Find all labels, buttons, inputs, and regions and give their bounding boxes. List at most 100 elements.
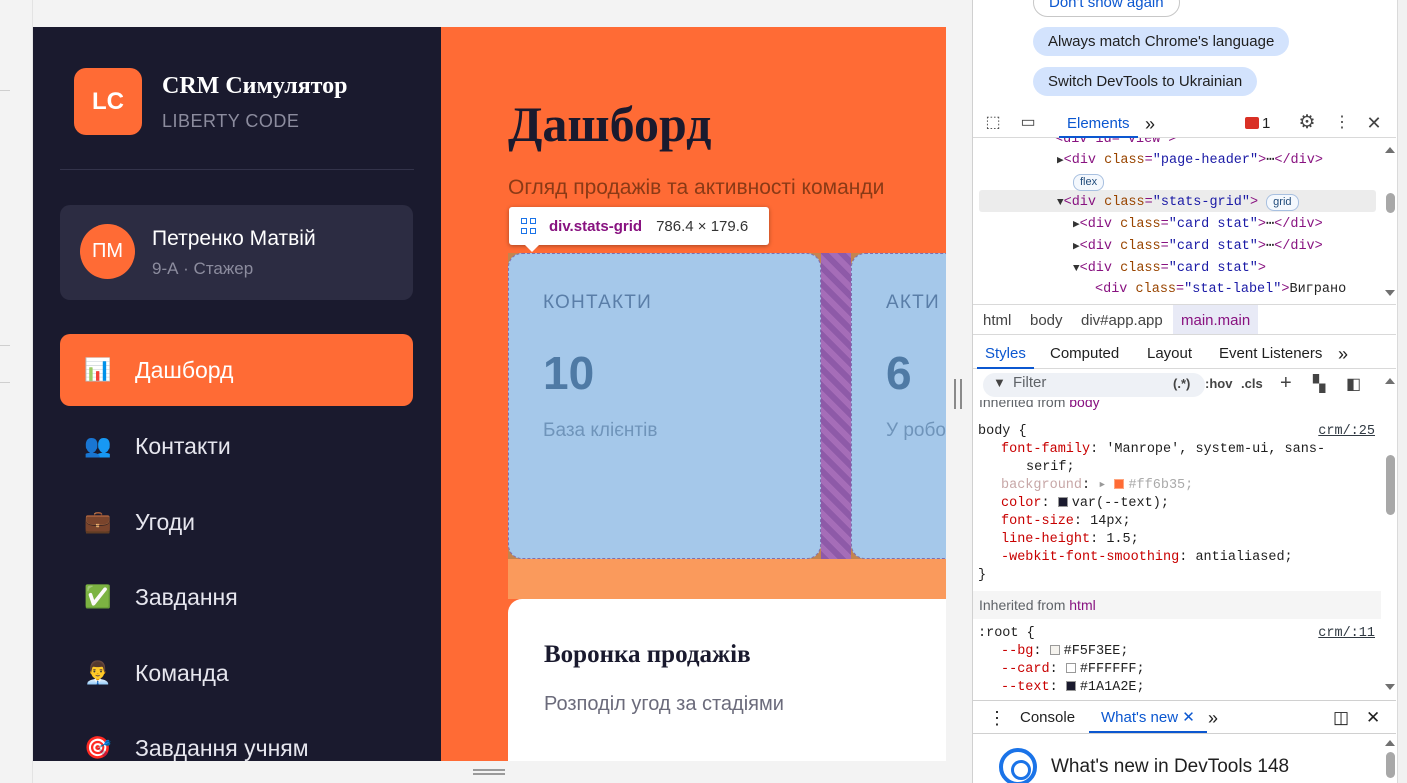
sidebar-item-dashboard[interactable]: 📊 Дашборд xyxy=(60,334,413,406)
grid-badge[interactable]: grid xyxy=(1266,194,1299,211)
error-count[interactable]: 1 xyxy=(1262,108,1270,138)
breadcrumb-item[interactable]: html xyxy=(975,305,1019,334)
scroll-up-icon[interactable] xyxy=(1385,378,1395,384)
tab-computed[interactable]: Computed xyxy=(1050,338,1119,369)
inspect-icon[interactable]: ⬚ xyxy=(984,114,1002,132)
sidebar-item-team[interactable]: 👨‍💼 Команда xyxy=(60,637,413,709)
stat-card-contacts[interactable]: КОНТАКТИ 10 База клієнтів xyxy=(508,253,821,559)
expand-triangle-icon[interactable]: ▶ xyxy=(1073,219,1080,231)
stat-card-active[interactable]: АКТИ 6 У робо xyxy=(851,253,946,559)
styles-scrollbar[interactable] xyxy=(1386,455,1395,515)
sidebar-item-deals[interactable]: 💼 Угоди xyxy=(60,486,413,558)
collapse-triangle-icon[interactable]: ▼ xyxy=(1057,197,1064,209)
css-declaration[interactable]: line-height: 1.5; xyxy=(1001,531,1139,549)
user-card[interactable]: ПМ Петренко Матвій 9-А · Стажер xyxy=(60,205,413,300)
sidebar-item-label: Команда xyxy=(135,659,229,686)
css-declaration[interactable]: font-size: 14px; xyxy=(1001,513,1131,531)
color-swatch[interactable] xyxy=(1065,663,1076,674)
sidebar-item-label: Угоди xyxy=(135,508,196,535)
sales-funnel-card: Воронка продажів Розподіл угод за стадія… xyxy=(508,599,946,761)
breadcrumb-item[interactable]: main.main xyxy=(1173,305,1259,334)
css-source-link[interactable]: crm/:11 xyxy=(1318,625,1375,643)
scroll-up-icon[interactable] xyxy=(1385,147,1395,153)
more-tabs-icon[interactable]: » xyxy=(1145,108,1155,138)
css-source-link[interactable]: crm/:25 xyxy=(1318,423,1375,441)
resize-grip-icon[interactable] xyxy=(473,769,505,775)
sidebar-item-tasks[interactable]: ✅ Завдання xyxy=(60,561,413,633)
breadcrumb: html body div#app.app main.main xyxy=(973,304,1396,335)
close-icon[interactable]: ✕ xyxy=(1365,114,1383,132)
dom-node[interactable]: ▶<div class="card stat">⋯</div> xyxy=(1073,214,1323,236)
checkmark-icon: ✅ xyxy=(84,584,112,609)
scroll-down-icon[interactable] xyxy=(1385,290,1395,296)
kebab-menu-icon[interactable]: ⋮ xyxy=(988,701,1006,733)
paint-brush-icon[interactable]: ▚ xyxy=(1313,374,1325,394)
sidebar-item-student-tasks[interactable]: 🎯 Завдання учням xyxy=(60,712,413,761)
cls-toggle[interactable]: .cls xyxy=(1241,376,1263,391)
collapse-triangle-icon[interactable]: ▼ xyxy=(1073,263,1080,275)
window-right-edge xyxy=(1397,0,1407,783)
dom-node[interactable]: ▼<div class="stats-grid"> grid xyxy=(1057,192,1299,214)
color-swatch[interactable] xyxy=(1049,645,1060,656)
color-swatch[interactable] xyxy=(1114,479,1125,490)
breadcrumb-item[interactable]: div#app.app xyxy=(1073,305,1171,334)
devtools-panel: Don't show again Always match Chrome's l… xyxy=(972,0,1407,783)
scroll-up-icon[interactable] xyxy=(1385,740,1395,746)
grid-gap-highlight xyxy=(821,253,851,559)
stat-label: АКТИ xyxy=(886,292,940,313)
scroll-down-icon[interactable] xyxy=(1385,684,1395,690)
css-selector[interactable]: :root { xyxy=(978,625,1035,643)
css-declaration[interactable]: --text: #1A1A2E; xyxy=(1001,679,1145,697)
expand-triangle-icon[interactable]: ▶ xyxy=(1073,241,1080,253)
expand-triangle-icon[interactable]: ▶ xyxy=(1057,155,1064,167)
dom-node[interactable]: ▶<div class="page-header">⋯</div> xyxy=(1057,150,1323,172)
tab-console[interactable]: Console xyxy=(1020,701,1075,733)
inherited-header: Inherited from html xyxy=(973,591,1381,619)
color-swatch[interactable] xyxy=(1057,497,1068,508)
sidebar-item-label: Завдання учням xyxy=(135,734,309,761)
more-tabs-icon[interactable]: » xyxy=(1338,338,1348,369)
sidebar-toggle-icon[interactable]: ◧ xyxy=(1346,374,1361,394)
tab-whats-new[interactable]: What's new ✕ xyxy=(1089,701,1207,733)
regex-toggle[interactable]: (.*) xyxy=(1173,376,1190,391)
drawer-scrollbar[interactable] xyxy=(1386,752,1395,778)
kebab-menu-icon[interactable]: ⋮ xyxy=(1333,114,1351,132)
css-declaration[interactable]: -webkit-font-smoothing: antialiased; xyxy=(1001,549,1293,567)
dom-node[interactable]: ▶<div class="card stat">⋯</div> xyxy=(1073,236,1323,258)
css-declaration[interactable]: --card: #FFFFFF; xyxy=(1001,661,1145,679)
hov-toggle[interactable]: :hov xyxy=(1205,376,1232,391)
resize-grip-icon[interactable] xyxy=(954,379,962,409)
error-icon[interactable] xyxy=(1245,117,1259,129)
css-declaration[interactable]: --bg: #F5F3EE; xyxy=(1001,643,1128,661)
match-language-button[interactable]: Always match Chrome's language xyxy=(1033,27,1290,56)
close-icon[interactable]: ✕ xyxy=(1366,701,1380,733)
css-declaration[interactable]: font-family: 'Manrope', system-ui, sans- xyxy=(1001,441,1325,459)
dock-side-icon[interactable]: ◫ xyxy=(1333,701,1349,733)
dom-scrollbar[interactable] xyxy=(1386,193,1395,213)
device-toolbar-icon[interactable]: ▭ xyxy=(1019,114,1037,132)
sidebar-item-label: Контакти xyxy=(135,432,231,459)
switch-language-button[interactable]: Switch DevTools to Ukrainian xyxy=(1033,67,1258,96)
viewport-bottom-resizer[interactable] xyxy=(33,761,972,783)
devtools-split-resizer[interactable] xyxy=(946,27,972,761)
dom-node[interactable]: ▼<div class="card stat"> xyxy=(1073,258,1266,280)
css-declaration[interactable]: background: ▸ #ff6b35; xyxy=(1001,477,1193,495)
flex-badge[interactable]: flex xyxy=(1073,174,1105,191)
breadcrumb-item[interactable]: body xyxy=(1022,305,1071,334)
tab-elements[interactable]: Elements xyxy=(1059,108,1138,138)
gear-icon[interactable]: ⚙ xyxy=(1298,113,1316,132)
tab-event-listeners[interactable]: Event Listeners xyxy=(1219,338,1322,369)
dom-node[interactable]: <div class="stat-label">Виграно xyxy=(1095,279,1346,301)
tab-styles[interactable]: Styles xyxy=(977,338,1034,369)
filter-icon: ▼ xyxy=(993,375,1006,390)
color-swatch[interactable] xyxy=(1065,681,1076,692)
whats-new-heading: What's new in DevTools 148 xyxy=(999,748,1289,783)
more-tabs-icon[interactable]: » xyxy=(1208,701,1218,733)
css-declaration[interactable]: color: var(--text); xyxy=(1001,495,1169,513)
css-selector[interactable]: body { xyxy=(978,423,1027,441)
sidebar-item-contacts[interactable]: 👥 Контакти xyxy=(60,410,413,482)
tab-layout[interactable]: Layout xyxy=(1147,338,1192,369)
close-icon[interactable]: ✕ xyxy=(1182,709,1195,726)
add-rule-icon[interactable]: + xyxy=(1280,372,1292,395)
dont-show-again-button[interactable]: Don't show again xyxy=(1033,0,1180,17)
